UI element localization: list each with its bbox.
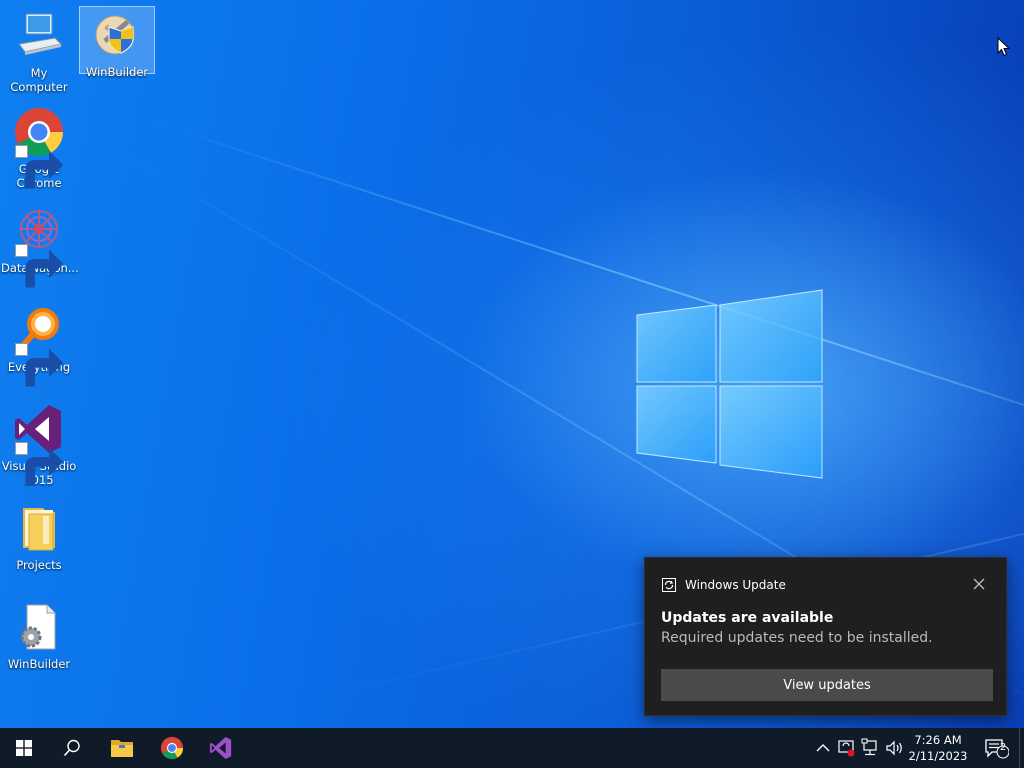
notification-header: Windows Update	[661, 577, 786, 593]
shortcut-arrow-icon	[15, 442, 64, 486]
search-icon	[63, 739, 80, 757]
desktop-icon-projects[interactable]: Projects	[1, 500, 77, 572]
shield-alert-icon[interactable]	[837, 738, 857, 758]
computer-icon	[13, 10, 65, 62]
chrome-icon	[13, 106, 65, 189]
notification-body: Required updates need to be installed.	[661, 630, 933, 646]
visual-studio-icon	[209, 736, 232, 760]
notification-count-badge: 2	[999, 742, 1007, 753]
desktop-icon-everything[interactable]: Everything	[1, 302, 77, 387]
search-button[interactable]	[48, 728, 96, 768]
desktop-icon-winbuilder[interactable]: WinBuilder	[79, 6, 155, 79]
desktop-icon-google-chrome[interactable]: Google Chrome	[1, 104, 77, 190]
start-icon	[16, 740, 32, 756]
action-center-button[interactable]: 2	[976, 728, 1016, 768]
wallpaper-light-beam	[149, 120, 1024, 462]
update-sync-icon	[662, 578, 676, 592]
desktop-icon-my-computer[interactable]: My Computer	[1, 8, 77, 94]
taskbar-chrome[interactable]	[148, 728, 196, 768]
chrome-icon	[160, 736, 184, 760]
desktop-icon-datawagon[interactable]: DataWagon...	[1, 203, 79, 288]
everything-search-icon	[13, 304, 65, 387]
folder-icon	[13, 502, 65, 554]
chevron-up-icon[interactable]	[813, 738, 833, 758]
notification-app-name: Windows Update	[685, 578, 786, 592]
clock-time: 7:26 AM	[914, 733, 962, 747]
taskbar-clock[interactable]: 7:26 AM 2/11/2023	[907, 732, 969, 764]
shortcut-arrow-icon	[15, 343, 64, 387]
clock-date: 2/11/2023	[908, 749, 968, 763]
shortcut-arrow-icon	[15, 244, 64, 288]
close-icon[interactable]	[972, 576, 986, 590]
taskbar-file-explorer[interactable]	[98, 728, 146, 768]
notification-title: Updates are available	[661, 610, 834, 626]
volume-icon[interactable]	[885, 738, 905, 758]
start-button[interactable]	[0, 728, 48, 768]
windows-update-notification[interactable]: Windows Update Updates are available Req…	[644, 557, 1007, 716]
taskbar-visual-studio[interactable]	[197, 728, 245, 768]
datawagon-icon	[13, 205, 65, 288]
network-icon[interactable]	[861, 738, 881, 758]
gear-file-icon	[13, 601, 65, 653]
shortcut-arrow-icon	[15, 145, 64, 189]
winbuilder-tools-icon	[91, 9, 143, 61]
desktop-icon-label: My Computer	[10, 66, 68, 94]
desktop-icon-visual-studio-2015[interactable]: Visual Studio 2015	[1, 401, 77, 487]
file-explorer-icon	[111, 740, 133, 757]
windows-logo-wallpaper-icon	[636, 289, 823, 479]
taskbar: 7:26 AM 2/11/2023 2	[0, 728, 1024, 768]
desktop-icon-winbuilder-file[interactable]: WinBuilder	[1, 599, 77, 671]
mouse-cursor-icon	[997, 37, 1011, 57]
visual-studio-icon	[13, 403, 65, 486]
view-updates-button[interactable]: View updates	[661, 669, 993, 701]
show-desktop-button[interactable]	[1019, 728, 1020, 768]
desktop-icon-label: Projects	[16, 558, 62, 572]
desktop-icon-label: WinBuilder	[7, 657, 71, 671]
desktop-icon-label: WinBuilder	[85, 65, 149, 79]
